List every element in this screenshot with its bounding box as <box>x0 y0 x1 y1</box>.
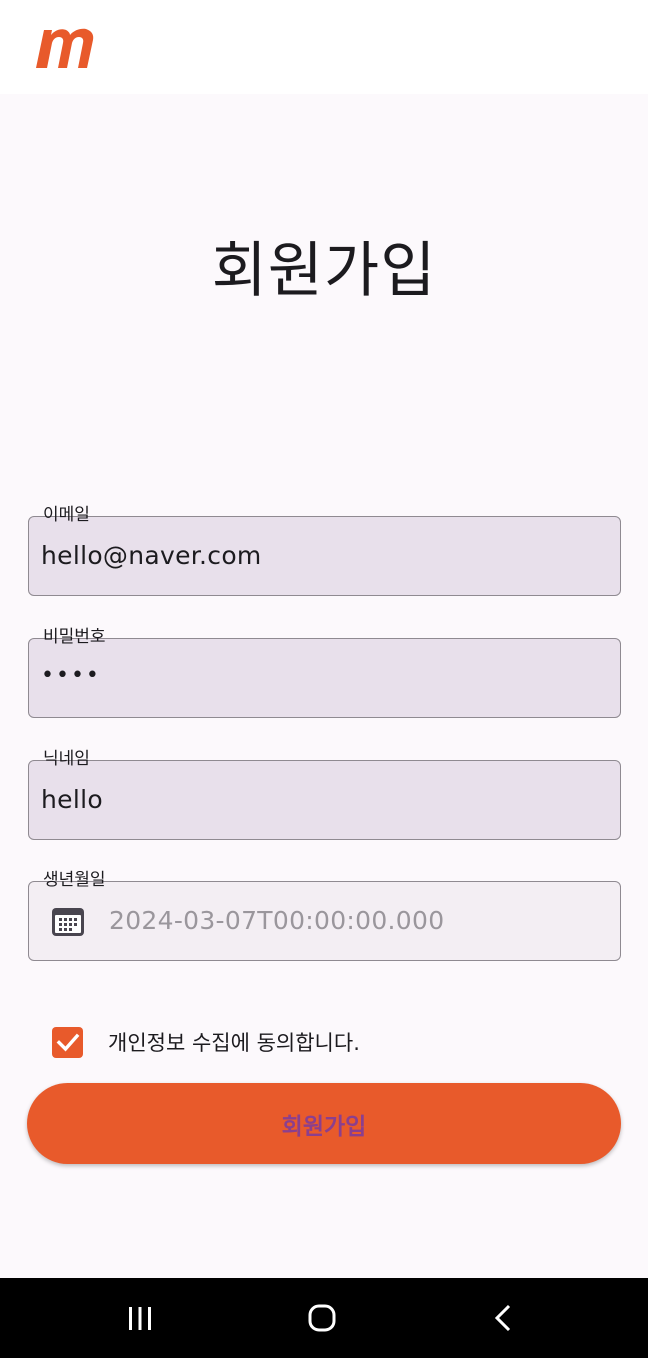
recents-button[interactable] <box>100 1278 180 1358</box>
calendar-icon[interactable] <box>51 904 85 938</box>
email-value[interactable]: hello@naver.com <box>41 539 262 573</box>
consent-checkbox[interactable] <box>52 1026 83 1058</box>
page-title: 회원가입 <box>211 236 437 306</box>
birthdate-placeholder: 2024-03-07T00:00:00.000 <box>109 906 445 935</box>
password-label: 비밀번호 <box>37 626 112 648</box>
system-nav-bar <box>0 1278 648 1358</box>
app-bar <box>0 0 648 94</box>
signup-button[interactable]: 회원가입 <box>27 1083 621 1164</box>
email-label: 이메일 <box>37 504 96 526</box>
m-logo-icon[interactable] <box>34 26 96 70</box>
password-value[interactable]: •••• <box>41 659 101 693</box>
back-icon <box>494 1304 511 1332</box>
nickname-value[interactable]: hello <box>41 783 103 817</box>
nickname-field[interactable]: 닉네임 hello <box>28 748 621 840</box>
check-icon <box>56 1033 79 1052</box>
password-field[interactable]: 비밀번호 •••• <box>28 626 621 718</box>
home-button[interactable] <box>282 1278 362 1358</box>
consent-row[interactable]: 개인정보 수집에 동의합니다. <box>52 1026 360 1058</box>
birthdate-field[interactable]: 생년월일 2024-03-07T00:00:00.000 <box>28 869 621 961</box>
consent-label: 개인정보 수집에 동의합니다. <box>108 1031 360 1055</box>
birthdate-label: 생년월일 <box>37 869 112 891</box>
home-icon <box>308 1304 336 1332</box>
recents-icon <box>129 1307 151 1330</box>
email-field[interactable]: 이메일 hello@naver.com <box>28 504 621 596</box>
back-button[interactable] <box>464 1278 544 1358</box>
nickname-label: 닉네임 <box>37 748 96 770</box>
